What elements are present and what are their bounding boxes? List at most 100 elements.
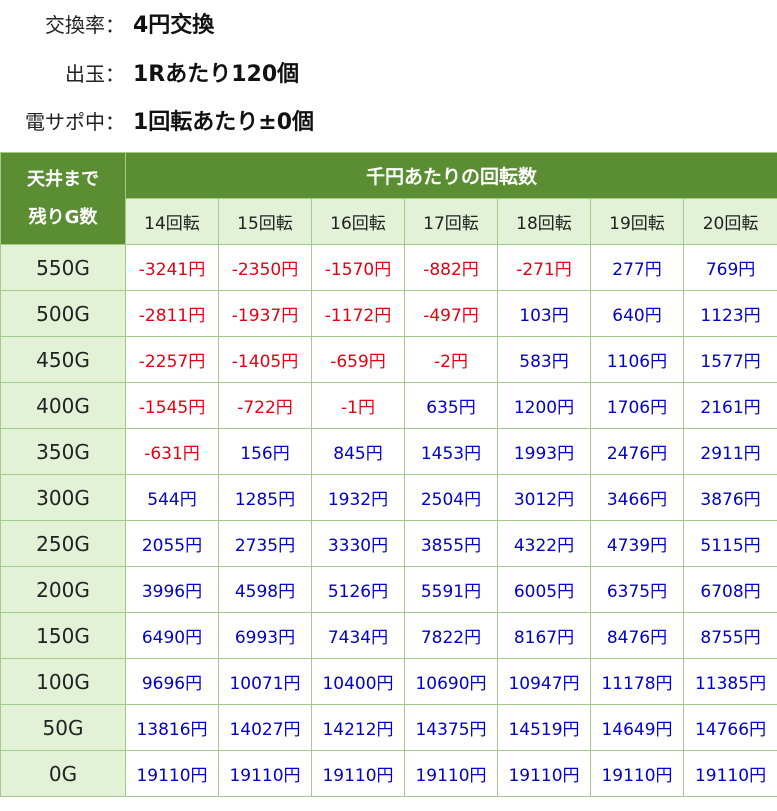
table-cell: 10400円 — [311, 658, 405, 705]
table-cell: 635円 — [404, 382, 498, 429]
table-row: 200G 3996円 4598円 5126円 5591円 6005円 6375円 6708円 — [0, 566, 777, 613]
table-cell: 11178円 — [590, 658, 684, 705]
payout-row: 出玉： 1Rあたり120個 — [0, 52, 777, 92]
table-cell: -1937円 — [218, 290, 312, 337]
table-cell: 11385円 — [682, 658, 777, 705]
table-cell: 769円 — [682, 244, 777, 291]
table-cell: 4739円 — [590, 520, 684, 567]
table-row: 500G -2811円 -1937円 -1172円 -497円 103円 640円 1123円 — [0, 290, 777, 337]
table-cell: -2350円 — [218, 244, 312, 291]
table-cell: -1545円 — [125, 382, 219, 429]
table-cell: 4322円 — [497, 520, 591, 567]
table-cell: -659円 — [311, 336, 405, 383]
table-cell: 583円 — [497, 336, 591, 383]
table-cell: 8476円 — [590, 612, 684, 659]
table-cell: -2円 — [404, 336, 498, 383]
table-row: 400G -1545円 -722円 -1円 635円 1200円 1706円 2161円 — [0, 382, 777, 429]
table-cell: 544円 — [125, 474, 219, 521]
column-header: 15回転 — [218, 198, 312, 245]
table-cell: 9696円 — [125, 658, 219, 705]
table-cell: 103円 — [497, 290, 591, 337]
table-cell: 10947円 — [497, 658, 591, 705]
table-cell: 2911円 — [682, 428, 777, 475]
table-cell: -1570円 — [311, 244, 405, 291]
table-cell: 1123円 — [682, 290, 777, 337]
payout-label: 出玉： — [65, 61, 125, 86]
table-cell: 3855円 — [404, 520, 498, 567]
row-header: 350G — [0, 428, 126, 475]
table-cell: 640円 — [590, 290, 684, 337]
table-cell: 14649円 — [590, 704, 684, 751]
table-row: 0G 19110円 19110円 19110円 19110円 19110円 19110円 19… — [0, 750, 777, 797]
expected-value-table: 天井まで 残りG数 千円あたりの回転数 14回転 15回転 16回転 17回転 18回転… — [0, 152, 777, 797]
corner-header-line2: 残りG数 — [28, 206, 98, 228]
table-cell: 6375円 — [590, 566, 684, 613]
table-cell: 5591円 — [404, 566, 498, 613]
table-cell: 1106円 — [590, 336, 684, 383]
table-cell: 7434円 — [311, 612, 405, 659]
table-row: 300G 544円 1285円 1932円 2504円 3012円 3466円 3876円 — [0, 474, 777, 521]
row-header: 450G — [0, 336, 126, 383]
table-cell: 10690円 — [404, 658, 498, 705]
table-cell: 19110円 — [404, 750, 498, 797]
column-header: 17回転 — [404, 198, 498, 245]
table-row: 100G 9696円 10071円 10400円 10690円 10947円 11178円 1… — [0, 658, 777, 705]
table-row: 450G -2257円 -1405円 -659円 -2円 583円 1106円 1577円 — [0, 336, 777, 383]
row-header: 50G — [0, 704, 126, 751]
exchange-rate-label: 交換率： — [45, 12, 125, 37]
table-cell: -1172円 — [311, 290, 405, 337]
table-cell: 14766円 — [682, 704, 777, 751]
table-cell: -2811円 — [125, 290, 219, 337]
table-cell: 6490円 — [125, 612, 219, 659]
table-cell: 19110円 — [125, 750, 219, 797]
column-header: 18回転 — [497, 198, 591, 245]
table-cell: 2476円 — [590, 428, 684, 475]
row-header: 200G — [0, 566, 126, 613]
table-cell: 14027円 — [218, 704, 312, 751]
column-header: 20回転 — [682, 198, 777, 245]
table-cell: -1円 — [311, 382, 405, 429]
spins-per-1000-yen-header: 千円あたりの回転数 — [124, 152, 777, 199]
row-header: 250G — [0, 520, 126, 567]
table-cell: 1706円 — [590, 382, 684, 429]
header-row-top: 天井まで 残りG数 千円あたりの回転数 — [0, 152, 777, 245]
support-label: 電サポ中： — [25, 109, 125, 134]
table-cell: 845円 — [311, 428, 405, 475]
table-cell: 3466円 — [590, 474, 684, 521]
table-cell: 1285円 — [218, 474, 312, 521]
table-cell: -271円 — [497, 244, 591, 291]
table-cell: 19110円 — [682, 750, 777, 797]
table-row: 250G 2055円 2735円 3330円 3855円 4322円 4739円 5115円 — [0, 520, 777, 567]
table-cell: 6005円 — [497, 566, 591, 613]
table-cell: -722円 — [218, 382, 312, 429]
table-cell: 1577円 — [682, 336, 777, 383]
row-header: 400G — [0, 382, 126, 429]
table-cell: 2161円 — [682, 382, 777, 429]
table-row: 150G 6490円 6993円 7434円 7822円 8167円 8476円 8755円 — [0, 612, 777, 659]
corner-header: 天井まで 残りG数 — [0, 152, 126, 245]
table-cell: 10071円 — [218, 658, 312, 705]
table-cell: 7822円 — [404, 612, 498, 659]
table-cell: 5126円 — [311, 566, 405, 613]
table-cell: -497円 — [404, 290, 498, 337]
corner-header-line1: 天井まで — [27, 168, 99, 190]
row-header: 0G — [0, 750, 126, 797]
column-header: 19回転 — [590, 198, 684, 245]
table-cell: 2735円 — [218, 520, 312, 567]
table-cell: 19110円 — [218, 750, 312, 797]
exchange-rate-value: 4円交換 — [133, 13, 215, 38]
table-cell: 8167円 — [497, 612, 591, 659]
table-row: 50G 13816円 14027円 14212円 14375円 14519円 14649円 1… — [0, 704, 777, 751]
exchange-rate-row: 交換率： 4円交換 — [0, 3, 777, 43]
table-cell: 14375円 — [404, 704, 498, 751]
table-cell: 1932円 — [311, 474, 405, 521]
table-cell: 13816円 — [125, 704, 219, 751]
table-body: 550G -3241円 -2350円 -1570円 -882円 -271円 277円 769円… — [0, 244, 777, 797]
table-cell: 2055円 — [125, 520, 219, 567]
table-cell: 277円 — [590, 244, 684, 291]
table-cell: 1993円 — [497, 428, 591, 475]
row-header: 500G — [0, 290, 126, 337]
table-cell: 3330円 — [311, 520, 405, 567]
table-cell: -1405円 — [218, 336, 312, 383]
table-cell: 1453円 — [404, 428, 498, 475]
